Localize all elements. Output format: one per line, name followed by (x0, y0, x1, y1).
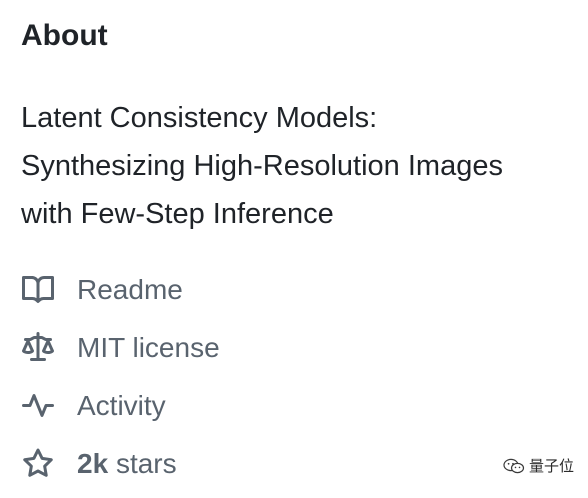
wechat-icon (503, 458, 525, 473)
description-line-2: Synthesizing High-Resolution Images (21, 150, 503, 182)
star-icon (21, 447, 55, 481)
readme-label: Readme (77, 274, 183, 305)
readme-link[interactable]: Readme (21, 266, 581, 314)
description-line-1: Latent Consistency Models: (21, 102, 378, 134)
stars-count: 2k (77, 448, 109, 479)
stars-label: 2k stars (77, 447, 177, 481)
about-meta-list: Readme MIT license Activity 2k stars (21, 266, 581, 498)
license-link[interactable]: MIT license (21, 324, 581, 372)
repo-description: Latent Consistency Models: Synthesizing … (21, 94, 581, 238)
activity-link[interactable]: Activity (21, 382, 581, 430)
pulse-icon (21, 389, 55, 423)
stars-link[interactable]: 2k stars (21, 440, 581, 488)
description-line-3: with Few-Step Inference (21, 198, 334, 230)
activity-label: Activity (77, 390, 166, 421)
stars-text: stars (115, 448, 177, 479)
scale-icon (21, 331, 55, 365)
watermark-text: 量子位 (528, 457, 574, 475)
about-heading: About (21, 19, 108, 52)
watermark: 量子位 (503, 455, 574, 476)
license-label: MIT license (77, 332, 220, 363)
book-icon (21, 273, 55, 307)
